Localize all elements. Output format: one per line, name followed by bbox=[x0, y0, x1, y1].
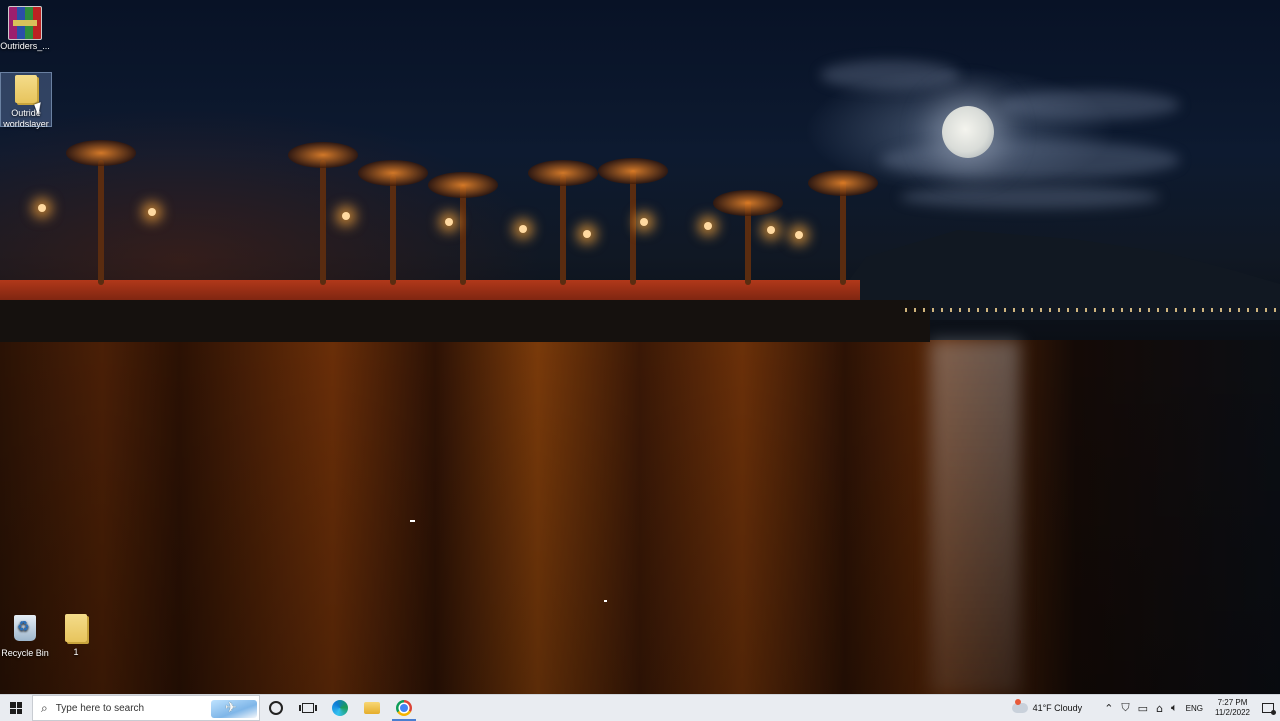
cloud bbox=[880, 140, 1180, 180]
recycle-bin-icon bbox=[14, 615, 36, 641]
search-placeholder: Type here to search bbox=[55, 702, 145, 714]
desktop-icon-recycle-bin[interactable]: Recycle Bin bbox=[0, 612, 50, 658]
notification-icon bbox=[1262, 703, 1276, 715]
street-lamp bbox=[38, 204, 46, 212]
street-lamp bbox=[704, 222, 712, 230]
pixel-speck bbox=[604, 600, 607, 602]
chevron-up-icon[interactable]: ⌃ bbox=[1104, 702, 1113, 715]
street-lamp bbox=[583, 230, 591, 238]
street-lamp bbox=[342, 212, 350, 220]
network-icon[interactable]: ⌂ bbox=[1156, 702, 1163, 715]
palm-tree bbox=[460, 185, 466, 285]
palm-tree bbox=[98, 160, 104, 285]
palm-fronds bbox=[808, 170, 878, 196]
palm-fronds bbox=[713, 190, 783, 216]
distant-lights bbox=[905, 308, 1280, 312]
desktop-icon-label: Recycle Bin bbox=[1, 648, 49, 658]
volume-icon[interactable]: 🔈︎ bbox=[1171, 701, 1178, 715]
desktop-icon-label: Outriders_... bbox=[0, 41, 50, 51]
folder-icon bbox=[65, 614, 87, 642]
street-lamp bbox=[519, 225, 527, 233]
notifications-button[interactable] bbox=[1258, 703, 1278, 715]
promenade bbox=[0, 280, 860, 302]
system-tray: 41°F Cloudy ⌃ ⛉ ▭ ⌂ 🔈︎ ENG 7:27 PM 11/2/… bbox=[1011, 695, 1280, 721]
palm-fronds bbox=[358, 160, 428, 186]
edge-icon bbox=[332, 700, 348, 716]
input-language[interactable]: ENG bbox=[1186, 704, 1203, 713]
cloud bbox=[1000, 90, 1180, 120]
palm-tree bbox=[560, 175, 566, 285]
palm-tree bbox=[390, 175, 396, 285]
clock[interactable]: 7:27 PM 11/2/2022 bbox=[1215, 698, 1250, 718]
desktop-icon-label-line2: worldslayer bbox=[3, 119, 49, 129]
palm-fronds bbox=[288, 142, 358, 168]
weather-text: 41°F Cloudy bbox=[1032, 703, 1083, 713]
palm-tree bbox=[630, 170, 636, 285]
desktop-icon-outriders-archive[interactable]: Outriders_... bbox=[0, 6, 50, 51]
cortana-icon bbox=[269, 701, 283, 715]
street-lamp bbox=[640, 218, 648, 226]
moon-reflection bbox=[930, 340, 1020, 694]
palm-tree bbox=[320, 160, 326, 285]
sea-reflection bbox=[0, 340, 1280, 694]
palm-fronds bbox=[428, 172, 498, 198]
clock-date: 11/2/2022 bbox=[1215, 708, 1250, 717]
search-icon: ⌕ bbox=[41, 700, 48, 715]
cloud bbox=[900, 185, 1160, 209]
pier bbox=[0, 300, 930, 342]
desktop-icon-folder-1[interactable]: 1 bbox=[51, 612, 101, 657]
street-lamp bbox=[795, 231, 803, 239]
chrome-icon bbox=[396, 700, 412, 716]
display-icon[interactable]: ▭ bbox=[1138, 702, 1148, 715]
street-lamp bbox=[767, 226, 775, 234]
start-button[interactable] bbox=[0, 695, 32, 721]
taskbar-app-file-explorer[interactable] bbox=[356, 695, 388, 721]
windows-logo-icon bbox=[10, 702, 22, 714]
moon bbox=[942, 106, 994, 158]
security-icon[interactable]: ⛉ bbox=[1121, 701, 1129, 715]
desktop-icon-outriders-worldslayer[interactable]: Outride worldslayer bbox=[0, 72, 52, 129]
task-view-icon bbox=[299, 703, 317, 713]
desktop-wallpaper bbox=[0, 0, 1280, 694]
cloudy-weather-icon bbox=[1011, 699, 1028, 713]
palm-fronds bbox=[66, 140, 136, 166]
street-lamp bbox=[445, 218, 453, 226]
search-highlight-airplane-icon bbox=[211, 700, 257, 718]
street-lamp bbox=[148, 208, 156, 216]
taskbar-app-edge[interactable] bbox=[324, 695, 356, 721]
taskbar: ⌕ Type here to search 41°F Cloudy ⌃ ⛉ ▭ … bbox=[0, 694, 1280, 721]
file-explorer-icon bbox=[364, 702, 380, 714]
palm-fronds bbox=[598, 158, 668, 184]
folder-icon bbox=[15, 75, 37, 103]
taskbar-search-box[interactable]: ⌕ Type here to search bbox=[32, 695, 260, 721]
cortana-button[interactable] bbox=[260, 695, 292, 721]
palm-fronds bbox=[528, 160, 598, 186]
desktop-icon-label: 1 bbox=[73, 647, 79, 657]
cloud bbox=[820, 60, 960, 90]
taskbar-app-chrome[interactable] bbox=[388, 695, 420, 721]
task-view-button[interactable] bbox=[292, 695, 324, 721]
weather-widget[interactable]: 41°F Cloudy bbox=[1011, 699, 1083, 713]
pixel-speck bbox=[410, 520, 415, 522]
clock-time: 7:27 PM bbox=[1217, 698, 1248, 707]
winrar-archive-icon bbox=[8, 6, 42, 40]
